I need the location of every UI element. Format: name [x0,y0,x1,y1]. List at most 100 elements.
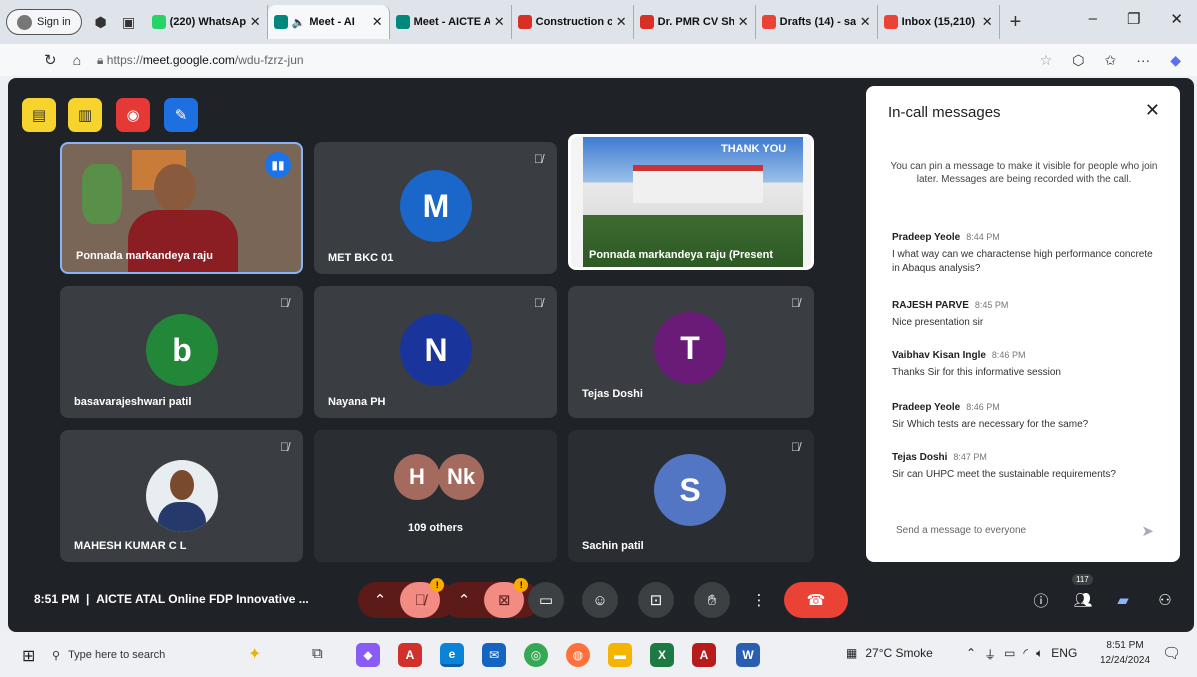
send-icon[interactable]: ➤ [1141,522,1154,540]
meeting-title: AICTE ATAL Online FDP Innovative ... [96,592,309,606]
close-icon[interactable]: ✕ [494,14,505,30]
refresh-icon[interactable]: ↻ [44,51,57,69]
pdf-icon [639,15,654,29]
sign-in-button[interactable]: Sign in [6,9,82,35]
word-icon[interactable]: W [736,643,760,667]
minimize-icon[interactable]: – [1089,10,1097,28]
reactions-button[interactable]: ☺ [582,582,618,618]
notification-icon[interactable]: 🗨︎ [1162,644,1181,662]
tile-tejas[interactable]: T 🎙̸ Tejas Doshi [568,286,814,418]
more-options-icon[interactable]: ··· [1136,52,1150,69]
close-icon[interactable]: ✕ [738,14,749,30]
close-icon[interactable]: ✕ [982,14,993,30]
url-field[interactable]: 🔒︎ https://meet.google.com/wdu-fzrz-jun [97,53,304,68]
extension-book-icon[interactable]: ▥ [68,98,102,132]
mic-off-icon: 🎙̸ [534,296,543,310]
new-tab-icon[interactable]: + [1010,11,1022,34]
language-indicator[interactable]: ENG [1051,646,1077,663]
plant-decor [82,164,122,224]
acrobat-icon[interactable]: A [692,643,716,667]
camera-options-icon[interactable]: ⌃ [458,591,471,609]
chat-button[interactable]: ▰ [1108,582,1138,618]
chevron-up-icon[interactable]: ⌃ [966,646,976,663]
edge-browser-icon[interactable]: e [440,643,464,667]
restore-icon[interactable]: ❐ [1127,10,1140,28]
copilot-icon[interactable]: ◆ [1170,52,1181,69]
captions-button[interactable]: ▭ [528,582,564,618]
volume-icon[interactable]: 🔈︎ [1036,646,1043,663]
favorites-icon[interactable]: ✩ [1104,52,1116,69]
chrome-icon[interactable]: ◎ [524,643,548,667]
slide-building [633,165,763,203]
participant-name: Ponnada markandeya raju (Present [589,249,774,261]
tile-basavarajeshwari[interactable]: b 🎙̸ basavarajeshwari patil [60,286,303,418]
tab-meet-aicte[interactable]: Meet - AICTE A ✕ [390,5,512,39]
participant-name: basavarajeshwari patil [74,396,192,408]
file-explorer-icon[interactable]: ▬ [608,643,632,667]
mic-toggle-button[interactable]: 🎙̸! [400,578,445,618]
tile-presentation[interactable]: THANK YOU Ponnada markandeya raju (Prese… [568,134,814,270]
tile-others[interactable]: H Nk 109 others [314,430,557,562]
record-icon[interactable]: ◉ [116,98,150,132]
meet-icon [395,15,410,29]
task-view-icon[interactable]: ⧉ [312,645,323,662]
leave-call-button[interactable]: ☎︎ [784,582,848,618]
close-icon[interactable]: ✕ [1145,100,1160,121]
extensions-icon[interactable]: ⬡ [1072,52,1084,69]
tab-cv[interactable]: Dr. PMR CV Sh ✕ [634,5,756,39]
wifi-icon[interactable]: ◜ [1023,646,1028,663]
chat-icon: ▰ [1117,592,1129,609]
close-icon[interactable]: ✕ [616,14,627,30]
weather-widget[interactable]: ▦ 27°C Smoke [846,646,933,660]
tab-drafts[interactable]: Drafts (14) - sa ✕ [756,5,878,39]
workspaces-icon[interactable]: ⬢ [90,11,112,33]
tab-meet-active[interactable]: 🔈 Meet - AI ✕ [267,5,390,39]
pdf-reader-icon[interactable]: A [398,643,422,667]
usb-icon[interactable]: ⏚ [984,646,996,663]
tile-met-bkc[interactable]: M 🎙̸ MET BKC 01 [314,142,557,274]
tile-sachin[interactable]: S 🎙̸ Sachin patil [568,430,814,562]
extension-sticky-icon[interactable]: ▤ [22,98,56,132]
taskbar-clock[interactable]: 8:51 PM 12/24/2024 [1100,638,1150,668]
taskbar-search[interactable]: ⚲ Type here to search [52,642,232,668]
more-options-button[interactable]: ⋮ [748,582,770,618]
tile-nayana[interactable]: N 🎙̸ Nayana PH [314,286,557,418]
present-button[interactable]: ⊡ [638,582,674,618]
camera-toggle-button[interactable]: ⊠! [484,578,529,618]
chat-message: Vaibhav Kisan Ingle 8:46 PM Thanks Sir fo… [892,350,1061,378]
sparkle-icon[interactable]: ✦ [248,644,261,664]
close-icon[interactable]: ✕ [250,14,261,30]
tile-presenter-camera[interactable]: ▮▮ Ponnada markandeya raju [60,142,303,274]
tab-construction[interactable]: Construction c ✕ [512,5,634,39]
tab-actions-icon[interactable]: ▣ [118,11,140,33]
firefox-icon[interactable]: ◍ [566,643,590,667]
tab-inbox[interactable]: Inbox (15,210) ✕ [878,5,1000,39]
tile-mahesh[interactable]: 🎙̸ MAHESH KUMAR C L [60,430,303,562]
close-icon[interactable]: ✕ [372,14,383,30]
mic-options-icon[interactable]: ⌃ [374,591,387,609]
tab-whatsapp[interactable]: (220) WhatsAp ✕ [146,5,268,39]
windows-start-icon[interactable]: ⊞ [22,646,35,666]
camera-control-group: ⌃ ⊠! [442,578,540,618]
windows-taskbar: ⊞ ⚲ Type here to search ✦ ⧉ ◆ A e ✉ ◎ ◍ … [0,634,1197,677]
speaker-icon[interactable]: 🔈 [292,16,306,29]
window-close-icon[interactable]: ✕ [1170,10,1183,28]
participant-name: MET BKC 01 [328,252,394,264]
meeting-details-button[interactable]: ⓘ [1026,582,1056,618]
battery-icon[interactable]: ▭ [1004,646,1015,663]
raise-hand-button[interactable]: ✋︎ [694,582,730,618]
message-input[interactable]: Send a message to everyone [896,525,1026,536]
speaking-indicator-icon: ▮▮ [265,152,291,178]
activities-button[interactable]: ⚇ [1150,582,1180,618]
excel-icon[interactable]: X [650,643,674,667]
mic-off-icon: 🎙̸ [791,296,800,310]
mail-icon[interactable]: ✉ [482,643,506,667]
favorite-star-icon[interactable]: ☆ [1040,52,1053,69]
window-controls: – ❐ ✕ [1089,10,1183,28]
people-button[interactable]: 👥︎ 117 [1066,574,1100,618]
home-icon[interactable]: ⌂ [73,52,81,68]
close-icon[interactable]: ✕ [860,14,871,30]
meet-icon [273,15,288,29]
extension-edit-icon[interactable]: ✎ [164,98,198,132]
copilot-app-icon[interactable]: ◆ [356,643,380,667]
